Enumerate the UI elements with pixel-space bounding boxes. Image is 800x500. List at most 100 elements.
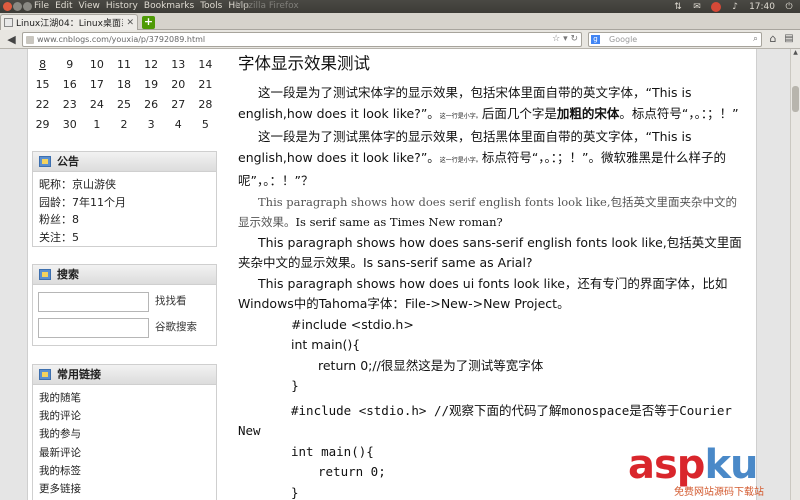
- top-panel: File Edit View History Bookmarks Tools H…: [0, 0, 800, 13]
- google-search-input[interactable]: [38, 318, 149, 338]
- tab-strip: Linux江湖04：Linux桌面系统... ✕ +: [0, 13, 800, 30]
- power-icon[interactable]: ⏻: [784, 2, 794, 12]
- songti-text-b: 后面几个字是: [481, 105, 557, 121]
- article-title[interactable]: 字体显示效果测试: [238, 52, 743, 76]
- back-arrow-icon[interactable]: ◀: [4, 32, 19, 47]
- menu-file[interactable]: File: [34, 0, 49, 13]
- close-window-button[interactable]: [3, 2, 12, 11]
- search-panel: 搜索 找找看 谷歌搜索: [32, 264, 217, 346]
- calendar-day: 1: [93, 118, 101, 131]
- google-search-button[interactable]: 谷歌搜索: [155, 319, 197, 337]
- url-text[interactable]: www.cnblogs.com/youxia/p/3792089.html: [37, 35, 205, 44]
- mail-icon[interactable]: ✉: [692, 2, 702, 12]
- serif-paragraph: This paragraph shows how does serif engl…: [238, 192, 743, 233]
- calendar-day: 2: [120, 118, 128, 131]
- new-tab-button[interactable]: +: [142, 16, 155, 29]
- blog-age-line: 园龄：7年11个月: [39, 195, 126, 209]
- small-text: 这一行是小字。: [439, 156, 482, 164]
- navigation-bar: ◀ www.cnblogs.com/youxia/p/3792089.html …: [0, 30, 800, 49]
- code-line: #include <stdio.h>: [291, 316, 414, 332]
- scroll-up-arrow-icon[interactable]: ▲: [791, 49, 800, 58]
- calendar-day: 13: [171, 58, 186, 71]
- search-placeholder: Google: [609, 35, 638, 44]
- calendar-day: 11: [116, 58, 131, 71]
- calendar-day: 27: [171, 98, 186, 111]
- blog-calendar: 8 9 10 11 12 13 14 15 16 17 18 19 20 21 …: [29, 55, 219, 135]
- links-list: 我的随笔 我的评论 我的参与 最新评论 我的标签 更多链接: [33, 385, 216, 500]
- network-icon[interactable]: ⇅: [673, 2, 683, 12]
- clock[interactable]: 17:40: [749, 2, 775, 12]
- calendar-day: 24: [89, 98, 104, 111]
- scrollbar-thumb[interactable]: [792, 86, 799, 112]
- calendar-day: 3: [147, 118, 155, 131]
- menu-view[interactable]: View: [79, 0, 100, 13]
- bookmark-star-icon[interactable]: ☆ ▾ ↻: [552, 33, 578, 46]
- link-latest-comments[interactable]: 最新评论: [39, 444, 210, 462]
- menu-edit[interactable]: Edit: [55, 0, 72, 13]
- link-my-tags[interactable]: 我的标签: [39, 462, 210, 480]
- code-line: int main(){: [291, 337, 361, 352]
- link-my-participation[interactable]: 我的参与: [39, 425, 210, 443]
- punctuation-text: 。标点符号“，。：；！”: [619, 105, 739, 121]
- calendar-day: 5: [201, 118, 209, 131]
- calendar-day: 14: [198, 58, 213, 71]
- calendar-day: 16: [62, 78, 77, 91]
- calendar-day: 29: [35, 118, 50, 131]
- common-links-panel: 常用链接 我的随笔 我的评论 我的参与 最新评论 我的标签 更多链接: [32, 364, 217, 500]
- mono-code-line: #include <stdio.h> //观察下面的代码了解monospace是…: [238, 402, 732, 439]
- web-search-input[interactable]: g Google ⌕: [588, 32, 762, 47]
- calendar-day: 25: [116, 98, 131, 111]
- url-bar[interactable]: www.cnblogs.com/youxia/p/3792089.html ☆ …: [22, 32, 582, 47]
- site-watermark: aspku 免费网站源码下载站: [628, 445, 796, 500]
- link-my-posts[interactable]: 我的随笔: [39, 389, 210, 407]
- menu-bookmarks[interactable]: Bookmarks: [144, 0, 194, 13]
- code-line: return 0;//很显然这是为了测试等宽字体: [318, 357, 544, 373]
- home-icon[interactable]: ⌂: [766, 32, 780, 46]
- calendar-day: 18: [116, 78, 131, 91]
- calendar-day[interactable]: 8: [29, 55, 56, 75]
- link-my-comments[interactable]: 我的评论: [39, 407, 210, 425]
- calendar-day: 21: [198, 78, 213, 91]
- system-tray: ⇅ ✉ ♪ 17:40 ⏻: [673, 0, 794, 13]
- find-button[interactable]: 找找看: [155, 293, 187, 311]
- search-icon[interactable]: ⌕: [753, 33, 758, 46]
- calendar-week: 29 30 1 2 3 4 5: [29, 115, 219, 135]
- notice-panel: 公告 昵称：京山游侠 园龄：7年11个月 粉丝：8 关注：5: [32, 151, 217, 247]
- ui-font-paragraph: This paragraph shows how does ui fonts l…: [238, 275, 728, 312]
- links-panel-title: 常用链接: [57, 368, 101, 381]
- bold-songti-text: 加粗的宋体: [556, 105, 620, 121]
- browser-tab[interactable]: Linux江湖04：Linux桌面系统... ✕: [0, 14, 138, 30]
- watermark-logo: aspku: [628, 442, 759, 488]
- site-search-row: 找找看: [38, 289, 210, 315]
- menu-bar: File Edit View History Bookmarks Tools H…: [34, 0, 249, 13]
- window-title: Mozilla Firefox: [235, 1, 299, 11]
- link-more-links[interactable]: 更多链接: [39, 480, 210, 498]
- search-engine-icon[interactable]: g: [591, 35, 600, 44]
- sans-serif-paragraph: This paragraph shows how does sans-serif…: [238, 234, 742, 271]
- site-identity-icon[interactable]: [26, 36, 34, 44]
- watermark-logo-ku: ku: [704, 442, 758, 488]
- notice-panel-body: 昵称：京山游侠 园龄：7年11个月 粉丝：8 关注：5: [33, 172, 216, 250]
- heiti-paragraph: 这一段是为了测试黑体字的显示效果，包括黑体里面自带的英文字体，“This is …: [238, 127, 743, 192]
- vertical-scrollbar[interactable]: ▲: [790, 49, 800, 500]
- calendar-day: 19: [144, 78, 159, 91]
- bookmarks-menu-icon[interactable]: ▤: [782, 32, 796, 46]
- menu-tools[interactable]: Tools: [200, 0, 222, 13]
- following-line: 关注：5: [39, 230, 79, 244]
- close-tab-icon[interactable]: ✕: [126, 18, 134, 28]
- site-search-input[interactable]: [38, 292, 149, 312]
- panel-icon: [39, 369, 51, 380]
- notification-icon[interactable]: [711, 1, 722, 12]
- minimize-window-button[interactable]: [13, 2, 22, 11]
- maximize-window-button[interactable]: [23, 2, 32, 11]
- notice-panel-title: 公告: [57, 155, 79, 168]
- nickname-line: 昵称：京山游侠: [39, 178, 116, 191]
- songti-paragraph: 这一段是为了测试宋体字的显示效果，包括宋体里面自带的英文字体，“This is …: [238, 83, 743, 127]
- menu-history[interactable]: History: [106, 0, 138, 13]
- volume-icon[interactable]: ♪: [730, 2, 740, 12]
- calendar-day: 10: [89, 58, 104, 71]
- calendar-week: 15 16 17 18 19 20 21: [29, 75, 219, 95]
- calendar-day: 28: [198, 98, 213, 111]
- calendar-day: 4: [174, 118, 182, 131]
- calendar-week: 22 23 24 25 26 27 28: [29, 95, 219, 115]
